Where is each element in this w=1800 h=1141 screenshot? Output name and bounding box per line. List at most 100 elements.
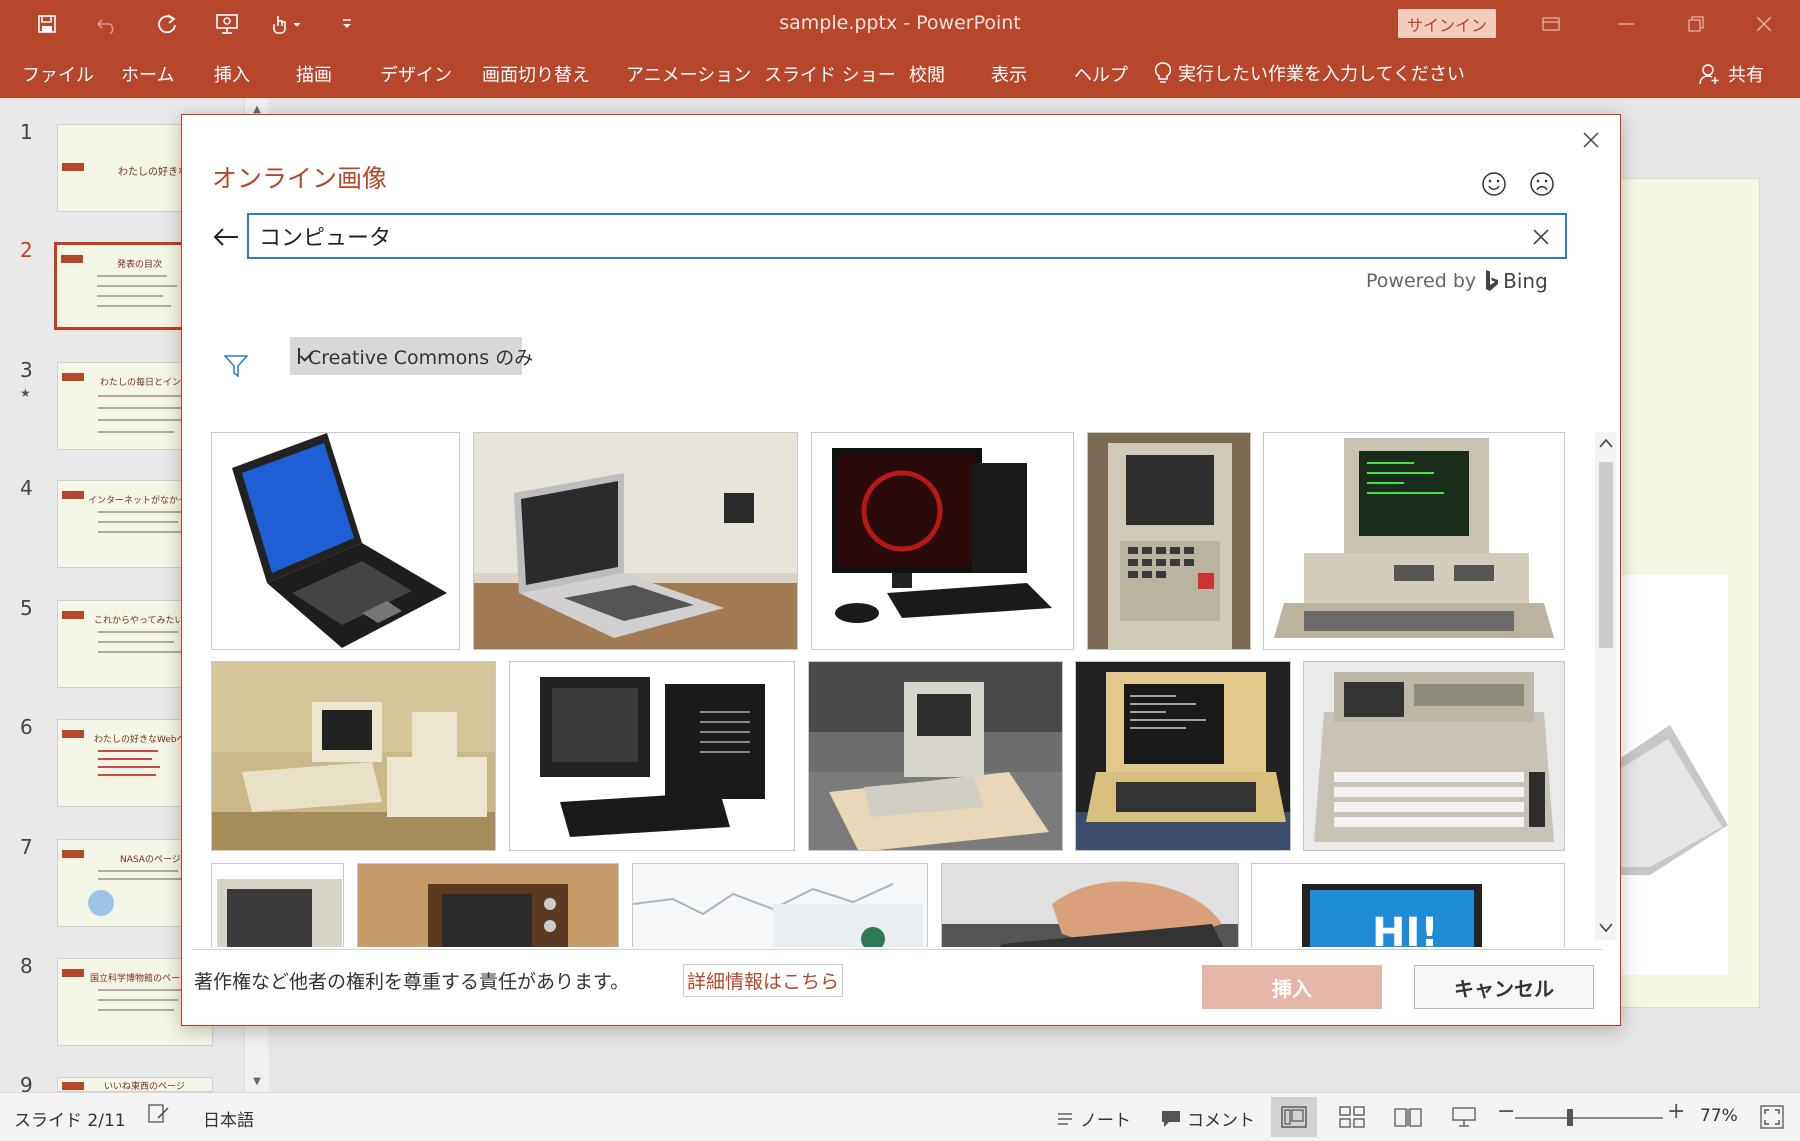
tell-me-search[interactable]: 実行したい作業を入力してください xyxy=(1154,60,1465,86)
person-icon xyxy=(1699,64,1719,85)
thumb-line xyxy=(98,1009,174,1011)
zoom-out-icon[interactable]: − xyxy=(1497,1099,1515,1124)
thumb-accent xyxy=(61,255,83,263)
tab-draw[interactable]: 描画 xyxy=(296,61,332,87)
image-result[interactable] xyxy=(1087,432,1251,650)
image-result[interactable] xyxy=(941,863,1239,947)
results-scrollbar[interactable] xyxy=(1595,432,1617,940)
scroll-down-icon[interactable]: ▼ xyxy=(245,1070,269,1092)
slide-thumbnail-9[interactable]: いいね東西のページ xyxy=(57,1077,213,1092)
cancel-button[interactable]: キャンセル xyxy=(1414,965,1594,1009)
slide-number: 3 xyxy=(20,358,33,382)
restore-icon[interactable] xyxy=(1666,6,1726,42)
image-result[interactable] xyxy=(1303,661,1565,851)
slide-number: 6 xyxy=(20,715,33,739)
fit-to-window-icon[interactable] xyxy=(1752,1097,1792,1137)
tab-help[interactable]: ヘルプ xyxy=(1074,61,1128,87)
start-slideshow-icon[interactable] xyxy=(206,8,248,40)
image-result[interactable]: HI! xyxy=(1251,863,1565,947)
save-icon[interactable] xyxy=(26,8,68,40)
thumb-line xyxy=(98,750,158,752)
tab-insert[interactable]: 挿入 xyxy=(214,61,250,87)
minimize-icon[interactable] xyxy=(1596,6,1656,42)
image-result[interactable] xyxy=(473,432,798,650)
undo-icon[interactable] xyxy=(86,8,128,40)
title-bar: sample.pptx - PowerPoint サインイン xyxy=(0,0,1800,48)
normal-view-icon[interactable] xyxy=(1271,1097,1317,1137)
image-result[interactable] xyxy=(811,432,1074,650)
image-result[interactable] xyxy=(211,863,344,947)
redo-icon[interactable] xyxy=(146,8,188,40)
share-button[interactable]: 共有 xyxy=(1698,61,1764,87)
slide-number: 4 xyxy=(20,476,33,500)
tab-view[interactable]: 表示 xyxy=(991,61,1027,87)
slide-number: 1 xyxy=(20,120,33,144)
thumb-title: NASAのページ xyxy=(120,855,181,865)
tab-file[interactable]: ファイル xyxy=(22,61,94,87)
thumb-title: これからやってみたい xyxy=(94,616,184,626)
comments-button[interactable]: コメント xyxy=(1161,1106,1255,1131)
ribbon-display-options-icon[interactable] xyxy=(1521,6,1581,42)
animation-star-icon: ★ xyxy=(20,386,31,400)
tab-review[interactable]: 校閲 xyxy=(909,61,945,87)
slideshow-view-icon[interactable] xyxy=(1441,1097,1487,1137)
image-result[interactable] xyxy=(1075,661,1291,851)
notes-button[interactable]: ノート xyxy=(1056,1106,1131,1131)
thumb-accent xyxy=(62,163,84,171)
zoom-slider-thumb[interactable] xyxy=(1567,1109,1573,1126)
image-result[interactable] xyxy=(509,661,795,851)
insert-button[interactable]: 挿入 xyxy=(1202,965,1382,1009)
thumb-accent xyxy=(62,969,84,977)
notes-label: ノート xyxy=(1080,1111,1131,1131)
image-result[interactable] xyxy=(211,661,496,851)
image-result[interactable] xyxy=(632,863,928,947)
signin-button[interactable]: サインイン xyxy=(1398,9,1496,38)
reading-view-icon[interactable] xyxy=(1385,1097,1431,1137)
close-icon[interactable] xyxy=(1574,123,1608,157)
language-indicator[interactable]: 日本語 xyxy=(203,1106,254,1131)
image-result[interactable] xyxy=(1263,432,1565,650)
thumb-line xyxy=(98,521,178,523)
zoom-slider[interactable] xyxy=(1515,1117,1663,1119)
zoom-in-icon[interactable]: + xyxy=(1667,1099,1685,1124)
thumb-line xyxy=(98,511,186,513)
thumb-line xyxy=(98,870,178,872)
tab-animations[interactable]: アニメーション xyxy=(626,61,751,87)
thumb-line xyxy=(98,419,190,421)
scroll-thumb[interactable] xyxy=(1599,462,1613,648)
lightbulb-icon xyxy=(1154,62,1172,83)
tab-slideshow[interactable]: スライド ショー xyxy=(764,61,896,87)
svg-text:HI!: HI! xyxy=(1372,910,1439,947)
more-info-link[interactable]: 詳細情報はこちら xyxy=(683,964,844,997)
zoom-level[interactable]: 77% xyxy=(1700,1106,1738,1126)
tab-home[interactable]: ホーム xyxy=(121,61,174,87)
thumb-line xyxy=(98,774,156,776)
slide-number: 8 xyxy=(20,954,33,978)
chevron-down-icon[interactable] xyxy=(1595,917,1617,939)
tab-transitions[interactable]: 画面切り替え xyxy=(482,61,590,87)
slide-sorter-icon[interactable] xyxy=(1329,1097,1375,1137)
image-result[interactable] xyxy=(357,863,619,947)
thumb-line xyxy=(98,651,184,653)
customize-qat-icon[interactable] xyxy=(326,8,368,40)
online-pictures-dialog: オンライン画像 Powered by Bing Creative Commons… xyxy=(181,114,1621,1026)
thumb-accent xyxy=(62,491,84,499)
image-results-grid: HI! xyxy=(182,115,1572,947)
comments-label: コメント xyxy=(1187,1111,1255,1131)
image-result[interactable] xyxy=(211,432,460,650)
tell-me-label: 実行したい作業を入力してください xyxy=(1178,64,1465,85)
slide-indicator[interactable]: スライド 2/11 xyxy=(14,1106,126,1131)
tab-design[interactable]: デザイン xyxy=(380,61,452,87)
thumb-title: 国立科学博物館のページ xyxy=(90,974,189,984)
close-window-icon[interactable] xyxy=(1734,6,1794,42)
status-bar: スライド 2/11 日本語 ノート コメント − + 77% xyxy=(0,1092,1800,1141)
thumb-line xyxy=(98,766,160,768)
chevron-up-icon[interactable] xyxy=(1595,432,1617,454)
image-result[interactable] xyxy=(808,661,1063,851)
thumb-line xyxy=(98,641,174,643)
spellcheck-icon[interactable] xyxy=(148,1104,170,1124)
share-label: 共有 xyxy=(1728,65,1764,86)
thumb-line xyxy=(98,758,152,760)
touch-mode-icon[interactable] xyxy=(266,8,308,40)
thumb-accent xyxy=(62,1082,84,1090)
